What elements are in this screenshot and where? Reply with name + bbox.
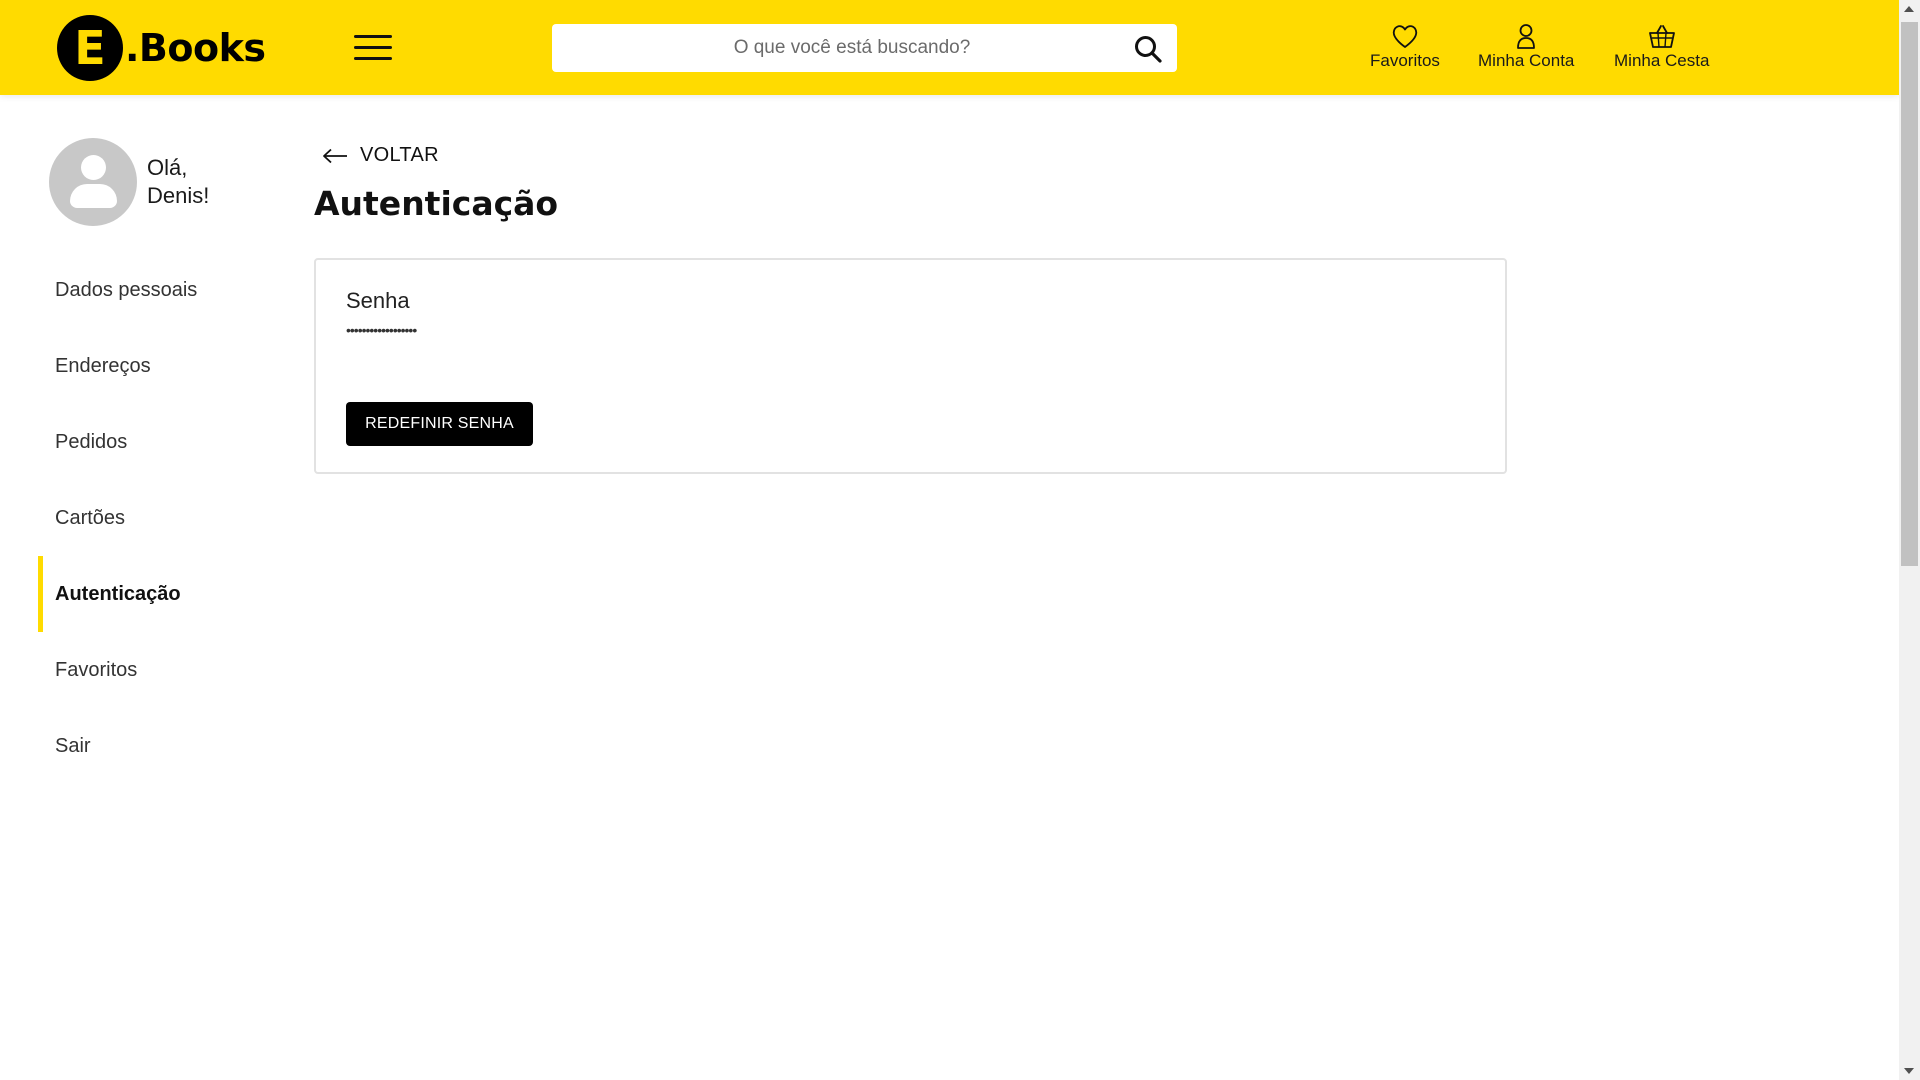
- favorites-label: Favoritos: [1370, 51, 1440, 70]
- sidebar-item-favoritos[interactable]: Favoritos: [38, 632, 278, 708]
- logo-text: .Books: [125, 26, 266, 70]
- account-link[interactable]: Minha Conta: [1478, 22, 1574, 71]
- sidebar-item-sair[interactable]: Sair: [38, 708, 278, 784]
- basket-link[interactable]: Minha Cesta: [1614, 22, 1709, 71]
- sidebar-item-enderecos[interactable]: Endereços: [38, 328, 278, 404]
- reset-password-button[interactable]: REDEFINIR SENHA: [346, 402, 533, 446]
- back-link[interactable]: VOLTAR: [322, 144, 439, 167]
- basket-label: Minha Cesta: [1614, 51, 1710, 70]
- logo-mark: E: [57, 15, 123, 81]
- greeting-line1: Olá,: [147, 155, 188, 180]
- heart-icon: [1392, 25, 1418, 48]
- scroll-thumb[interactable]: [1901, 22, 1918, 566]
- arrow-left-icon: [323, 148, 347, 163]
- search-input[interactable]: [552, 24, 1112, 72]
- basket-icon: [1648, 25, 1675, 48]
- logo[interactable]: E .Books: [57, 15, 266, 81]
- sidebar-item-cartoes[interactable]: Cartões: [38, 480, 278, 556]
- avatar: [49, 138, 137, 226]
- password-value: ••••••••••••••••••: [346, 322, 417, 338]
- account-label: Minha Conta: [1478, 51, 1575, 70]
- top-header: E .Books Favoritos Minha Conta: [0, 0, 1899, 95]
- search-bar: [552, 24, 1177, 72]
- account-sidebar-nav: Dados pessoais Endereços Pedidos Cartões…: [38, 252, 278, 784]
- hamburger-menu-icon[interactable]: [354, 35, 392, 61]
- password-label: Senha: [346, 288, 410, 313]
- vertical-scrollbar[interactable]: [1899, 0, 1920, 1080]
- user-icon: [1517, 24, 1536, 49]
- page-title: Autenticação: [314, 184, 559, 223]
- profile-summary: Olá, Denis!: [49, 138, 209, 226]
- favorites-link[interactable]: Favoritos: [1370, 22, 1440, 71]
- back-label: VOLTAR: [360, 144, 439, 166]
- search-icon[interactable]: [1133, 34, 1163, 64]
- scroll-down-arrow-icon[interactable]: [1904, 1068, 1914, 1074]
- greeting: Olá, Denis!: [147, 154, 209, 210]
- sidebar-item-pedidos[interactable]: Pedidos: [38, 404, 278, 480]
- greeting-name: Denis!: [147, 183, 210, 208]
- password-card: Senha •••••••••••••••••• REDEFINIR SENHA: [314, 258, 1507, 474]
- sidebar-item-autenticacao[interactable]: Autenticação: [38, 556, 278, 632]
- scroll-up-arrow-icon[interactable]: [1904, 6, 1914, 12]
- sidebar-item-dados-pessoais[interactable]: Dados pessoais: [38, 252, 278, 328]
